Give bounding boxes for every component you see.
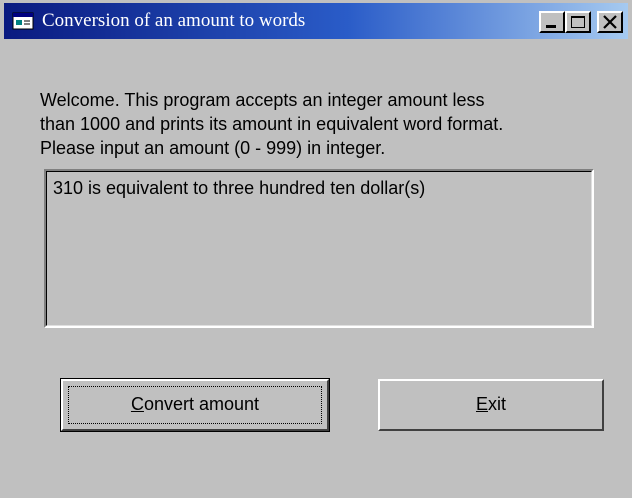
instruction-line: Please input an amount (0 - 999) in inte…	[40, 138, 386, 158]
convert-label-rest: onvert amount	[143, 394, 260, 414]
title-bar[interactable]: Conversion of an amount to words	[4, 3, 628, 39]
exit-button[interactable]: Exit	[378, 379, 604, 431]
welcome-line-1: Welcome. This program accepts an integer…	[40, 90, 485, 110]
app-window-icon[interactable]	[12, 12, 34, 30]
exit-button-label: Exit	[380, 394, 602, 415]
conversion-result-text[interactable]: 310 is equivalent to three hundred ten d…	[53, 178, 425, 199]
maximize-button[interactable]	[565, 11, 591, 33]
welcome-message: Welcome. This program accepts an integer…	[40, 88, 620, 160]
minimize-button[interactable]	[539, 11, 565, 33]
exit-label-rest: xit	[488, 394, 506, 414]
welcome-line-2: than 1000 and prints its amount in equiv…	[40, 114, 504, 134]
convert-amount-button[interactable]: Convert amount	[60, 378, 330, 432]
close-button[interactable]	[597, 11, 623, 33]
app-window: Conversion of an amount to words Welcome…	[0, 0, 632, 498]
window-title: Conversion of an amount to words	[42, 10, 306, 31]
exit-accelerator-key: E	[475, 394, 488, 414]
convert-button-label: Convert amount	[63, 394, 327, 415]
convert-accelerator-key: C	[130, 394, 144, 414]
amount-input-field[interactable]: 310 is equivalent to three hundred ten d…	[44, 169, 594, 328]
